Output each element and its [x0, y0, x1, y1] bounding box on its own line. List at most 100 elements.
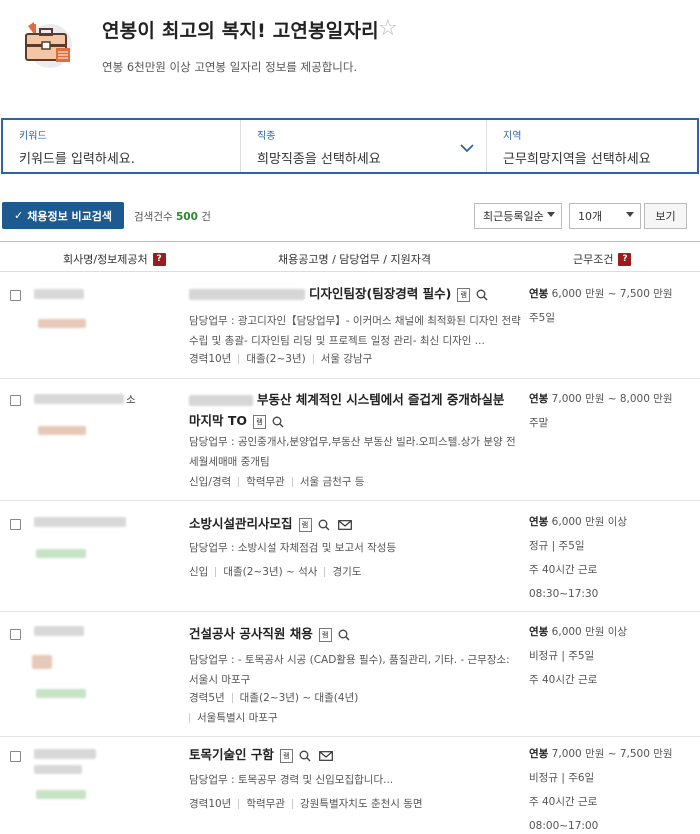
company-source-redacted — [36, 549, 86, 558]
page-size-value: 10개 — [578, 210, 603, 223]
salary-value: 6,000 만원 이상 — [551, 516, 628, 528]
view-button[interactable]: 보기 — [644, 203, 687, 229]
job-category-field[interactable]: 직종 희망직종을 선택하세요 — [241, 120, 487, 172]
education: 대졸(2~3년) ~ 석사 — [223, 566, 318, 578]
table-row: 소 부동산 체계적인 시스템에서 즐겁게 중개하실분 마지막 TO 램 담당업무 … — [0, 380, 700, 501]
row-checkbox[interactable] — [10, 519, 21, 530]
condition-item: 주5일 — [529, 312, 556, 324]
keyword-label: 키워드 — [19, 131, 47, 142]
job-qualifications: 경력10년 대졸(2~3년) 서울 강남구 — [189, 349, 519, 369]
search-icon[interactable] — [272, 416, 284, 428]
company-name-redacted — [34, 289, 84, 299]
table-row: 토목기술인 구함 램 담당업무 : 토목공무 경력 및 신입모집합니다... 경력… — [0, 738, 700, 834]
salary-label: 연봉 — [529, 748, 549, 760]
apply-envelope-icon[interactable] — [318, 750, 333, 761]
search-icon[interactable] — [299, 750, 311, 762]
apply-envelope-icon[interactable] — [337, 519, 352, 530]
search-icon[interactable] — [338, 629, 350, 641]
company-source-redacted — [36, 689, 86, 698]
page-header: 연봉이 최고의 복지! 고연봉일자리 ☆ 연봉 6천만원 이상 고연봉 일자리 … — [0, 0, 700, 118]
education: 대졸(2~3년) — [246, 353, 306, 365]
education: 대졸(2~3년) ~ 대졸(4년) — [239, 692, 359, 704]
education: 학력무관 — [246, 476, 285, 488]
keyword-input[interactable]: 키워드를 입력하세요. — [19, 148, 135, 167]
page-title: 연봉이 최고의 복지! 고연봉일자리 — [102, 20, 379, 42]
keyword-field[interactable]: 키워드 키워드를 입력하세요. — [3, 120, 241, 172]
company-header-label: 회사명/정보제공처 — [63, 253, 148, 266]
experience: 경력10년 — [189, 353, 232, 365]
row-checkbox[interactable] — [10, 751, 21, 762]
conditions-header-label: 근무조건 — [573, 253, 614, 266]
conditions-column-header: 근무조건 ? — [573, 251, 632, 267]
job-duty: 담당업무 : - 토목공사 시공 (CAD활용 필수), 품질관리, 기타. -… — [189, 654, 510, 686]
salary-value: 6,000 만원 이상 — [551, 626, 628, 638]
condition-item: 08:30~17:30 — [529, 588, 599, 600]
row-checkbox[interactable] — [10, 395, 21, 406]
work-conditions: 연봉 7,000 만원 ~ 8,000 만원 주말 — [529, 387, 673, 435]
result-count-label: 검색건수 — [134, 211, 173, 223]
favorite-star-icon[interactable]: ☆ — [378, 18, 398, 40]
region-field[interactable]: 지역 근무희망지역을 선택하세요 — [487, 120, 697, 172]
job-title[interactable]: 디자인팀장(팀장경력 필수) 램 — [189, 283, 519, 304]
job-title-text[interactable]: 건설공사 공사직원 채용 — [189, 626, 313, 641]
job-title[interactable]: 소방시설관리사모집 램 — [189, 513, 519, 534]
chevron-down-icon — [547, 212, 555, 217]
job-category-select[interactable]: 희망직종을 선택하세요 — [257, 148, 381, 167]
result-count-value: 500 — [175, 211, 198, 223]
job-title-text[interactable]: 토목기술인 구함 — [189, 747, 274, 762]
info-tag-icon[interactable]: 램 — [279, 748, 293, 763]
table-row: 건설공사 공사직원 채용 램 담당업무 : - 토목공사 시공 (CAD활용 필수… — [0, 613, 700, 737]
info-tag-icon[interactable]: 램 — [298, 517, 312, 532]
search-icon[interactable] — [476, 289, 488, 301]
row-checkbox[interactable] — [10, 290, 21, 301]
experience: 경력10년 — [189, 798, 232, 810]
help-icon[interactable]: ? — [618, 252, 632, 266]
location: 서울 강남구 — [320, 353, 373, 365]
table-row: 디자인팀장(팀장경력 필수) 램 담당업무 : 광고디자인【담당업무】- 이커머스… — [0, 273, 700, 379]
condition-item: 비정규 | 주6일 — [529, 772, 595, 784]
job-qualifications: 경력10년 학력무관 강원특별자치도 춘천시 동면 — [189, 794, 519, 814]
search-icon[interactable] — [318, 519, 330, 531]
job-duty: 담당업무 : 공인중개사,분양업무,부동산 부동산 빌라.오피스텔.상가 분양 … — [189, 436, 516, 468]
info-tag-icon[interactable]: 램 — [253, 414, 267, 429]
work-conditions: 연봉 7,000 만원 ~ 7,500 만원 비정규 | 주6일 주 40시간 … — [529, 742, 673, 834]
company-name-redacted — [34, 749, 96, 759]
condition-item: 비정규 | 주5일 — [529, 650, 595, 662]
page-subtitle: 연봉 6천만원 이상 고연봉 일자리 정보를 제공합니다. — [102, 60, 358, 74]
check-icon: ✓ — [13, 209, 24, 222]
job-title[interactable]: 건설공사 공사직원 채용 램 — [189, 623, 519, 644]
salary-label: 연봉 — [529, 516, 549, 528]
help-icon[interactable]: ? — [152, 252, 166, 266]
chevron-down-icon[interactable] — [460, 144, 474, 153]
table-row: 소방시설관리사모집 램 담당업무 : 소방시설 자체점검 및 보고서 작성등 신입… — [0, 502, 700, 612]
job-duty: 담당업무 : 토목공무 경력 및 신입모집합니다... — [189, 774, 394, 786]
page-size-select[interactable]: 10개 — [569, 203, 641, 229]
region-select[interactable]: 근무희망지역을 선택하세요 — [503, 148, 651, 167]
search-panel: 키워드 키워드를 입력하세요. 직종 희망직종을 선택하세요 지역 근무희망지역… — [1, 118, 699, 174]
company-name-redacted — [34, 394, 124, 404]
salary-value: 6,000 만원 ~ 7,500 만원 — [551, 288, 673, 300]
experience: 신입/경력 — [189, 476, 232, 488]
job-qualifications: 신입/경력 학력무관 서울 금천구 등 — [189, 472, 519, 492]
job-duty: 담당업무 : 소방시설 자체점검 및 보고서 작성등 — [189, 542, 397, 554]
condition-item: 주 40시간 근로 — [529, 796, 598, 808]
info-tag-icon[interactable]: 램 — [318, 627, 332, 642]
experience: 신입 — [189, 566, 209, 578]
job-title[interactable]: 토목기술인 구함 램 — [189, 744, 519, 765]
job-title-text[interactable]: 디자인팀장(팀장경력 필수) — [309, 286, 451, 301]
job-category-label: 직종 — [257, 131, 276, 142]
job-title-text[interactable]: 소방시설관리사모집 — [189, 516, 293, 531]
compare-search-button[interactable]: ✓ 채용정보 비교검색 — [2, 202, 124, 229]
salary-value: 7,000 만원 ~ 8,000 만원 — [551, 393, 673, 405]
info-tag-icon[interactable]: 램 — [457, 287, 471, 302]
company-name-redacted — [34, 517, 126, 527]
row-checkbox[interactable] — [10, 629, 21, 640]
posting-column-header: 채용공고명 / 담당업무 / 지원자격 — [278, 251, 431, 267]
job-duty: 담당업무 : 광고디자인【담당업무】- 이커머스 채널에 최적화된 디자인 전략… — [189, 315, 521, 347]
salary-label: 연봉 — [529, 393, 549, 405]
sort-select[interactable]: 최근등록일순 — [474, 203, 562, 229]
job-qualifications: 경력5년 대졸(2~3년) ~ 대졸(4년) 서울특별시 마포구 — [189, 688, 519, 728]
company-name-redacted — [34, 626, 84, 636]
chevron-down-icon — [626, 212, 634, 217]
job-title[interactable]: 부동산 체계적인 시스템에서 즐겁게 중개하실분 마지막 TO 램 — [189, 389, 519, 431]
